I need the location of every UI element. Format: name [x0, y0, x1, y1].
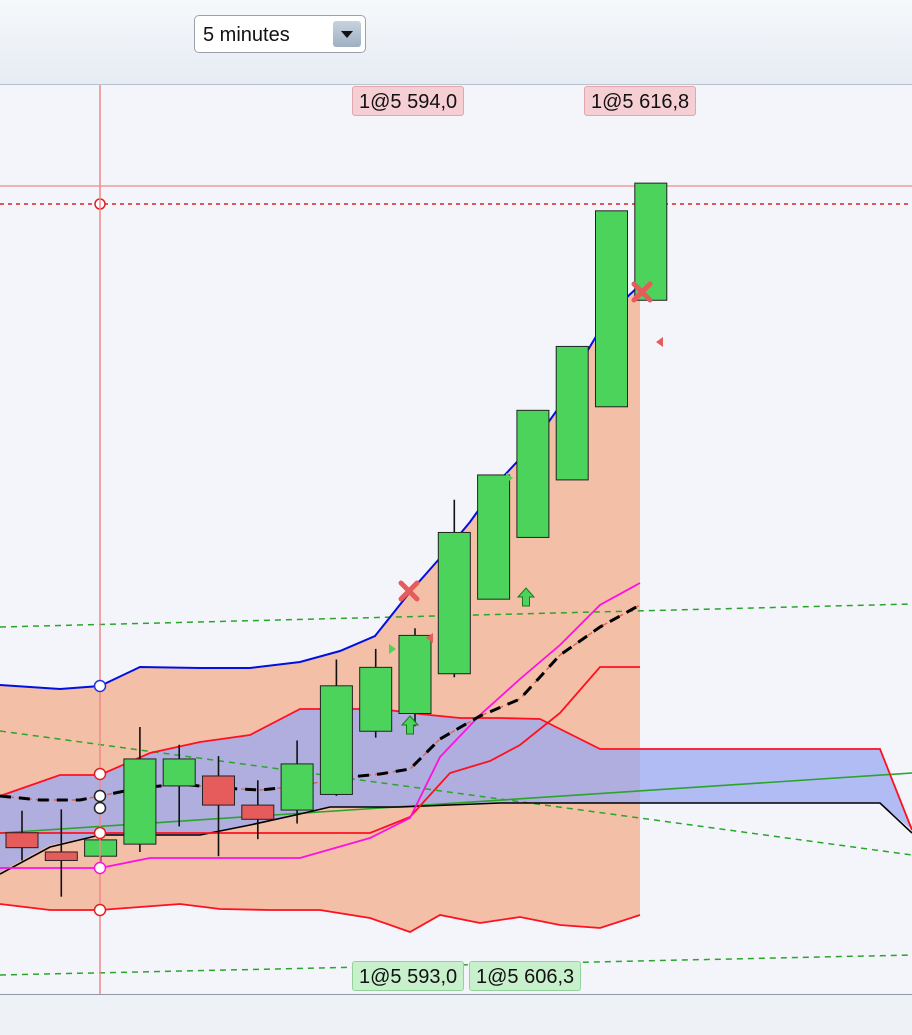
candle-up[interactable]	[162, 758, 196, 787]
price-chart[interactable]	[0, 85, 912, 994]
candle-up[interactable]	[477, 474, 511, 600]
crosshair-handle[interactable]	[93, 801, 107, 815]
chevron-down-icon[interactable]	[333, 21, 361, 47]
crosshair-handle[interactable]	[93, 789, 107, 803]
candle-down[interactable]	[241, 804, 275, 820]
candle-up[interactable]	[123, 758, 157, 845]
buy-order-tag-2[interactable]: 1@5 606,3	[469, 961, 582, 991]
crosshair-handle[interactable]	[93, 826, 107, 840]
bottom-scrollbar[interactable]	[0, 994, 912, 1035]
crosshair-handle[interactable]	[93, 679, 107, 693]
candle-up[interactable]	[280, 763, 314, 811]
candle-up[interactable]	[319, 685, 353, 795]
candle-up[interactable]	[437, 531, 471, 675]
crosshair-handle[interactable]	[93, 861, 107, 875]
timeframe-value: 5 minutes	[203, 24, 290, 46]
toolbar: 5 minutes	[0, 0, 912, 85]
candle-down[interactable]	[202, 775, 235, 806]
candle-up[interactable]	[398, 634, 432, 715]
buy-order-tag-1[interactable]: 1@5 593,0	[352, 961, 465, 991]
candle-down[interactable]	[5, 832, 39, 849]
timeframe-dropdown[interactable]: 5 minutes	[194, 15, 366, 53]
candle-up[interactable]	[359, 666, 393, 732]
candle-up[interactable]	[555, 345, 589, 481]
candle-down[interactable]	[44, 851, 78, 861]
crosshair-handle[interactable]	[93, 767, 107, 781]
sell-order-tag-1[interactable]: 1@5 594,0	[352, 86, 465, 116]
sell-order-tag-2[interactable]: 1@5 616,8	[584, 86, 697, 116]
crosshair-handle[interactable]	[93, 903, 107, 917]
candle-up[interactable]	[516, 409, 550, 538]
candle-up[interactable]	[595, 210, 628, 408]
